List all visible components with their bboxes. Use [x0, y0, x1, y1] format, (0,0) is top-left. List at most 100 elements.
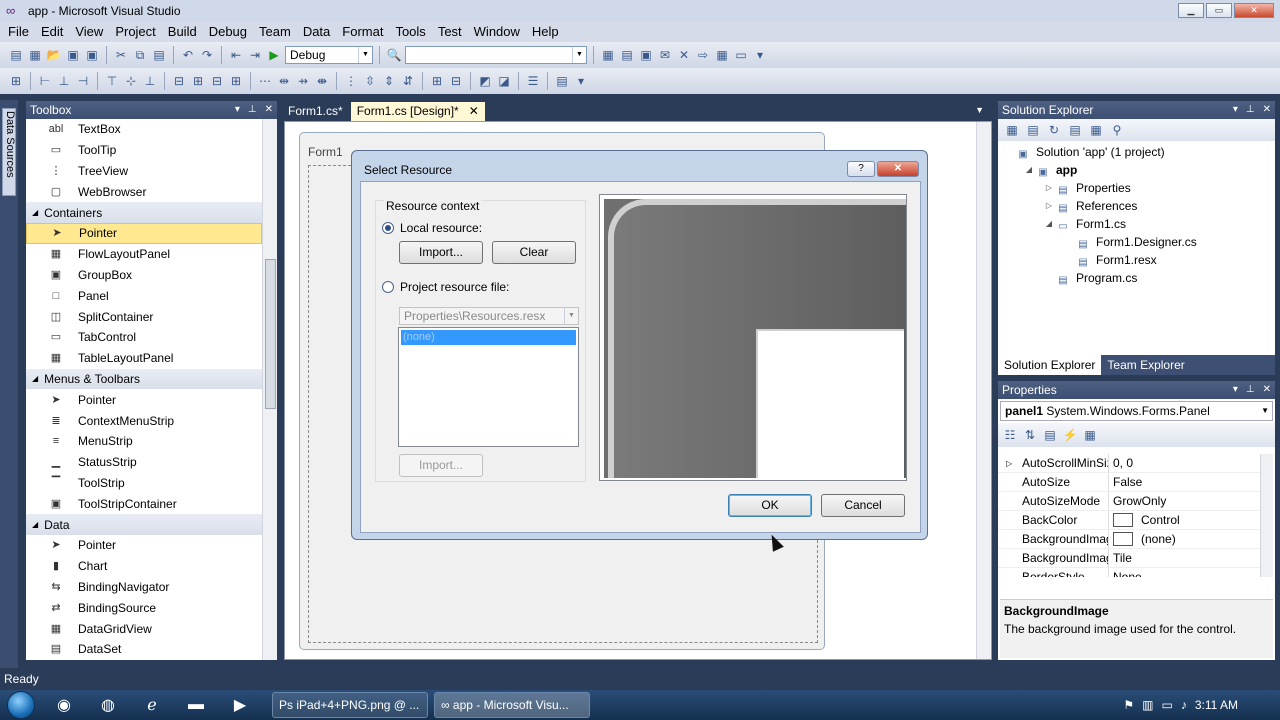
solution-config-select[interactable]: Debug ▼ [285, 46, 373, 64]
class-diagram-icon[interactable]: ⚲ [1109, 122, 1125, 138]
extension-manager-icon[interactable]: ▦ [714, 47, 730, 63]
tree-node[interactable]: ▣ Solution 'app' (1 project) [998, 143, 1275, 161]
toolbox-item[interactable]: ⇄ BindingSource [26, 597, 262, 618]
list-item[interactable]: (none) [401, 330, 576, 345]
toolbox-item[interactable]: ▦ TableLayoutPanel [26, 348, 262, 369]
align-to-grid-icon[interactable]: ⊞ [8, 73, 24, 89]
resource-list[interactable]: (none) [398, 327, 579, 447]
local-resource-radio[interactable]: Local resource: [382, 221, 482, 235]
menu-window[interactable]: Window [468, 22, 526, 42]
help-button[interactable]: ? [847, 161, 875, 177]
menu-file[interactable]: File [2, 22, 35, 42]
menu-format[interactable]: Format [336, 22, 389, 42]
tab-order-icon[interactable]: ☰ [525, 73, 541, 89]
tab-form1-code[interactable]: Form1.cs* [282, 102, 349, 121]
tree-node[interactable]: ◢ ▣ app [998, 161, 1275, 179]
decrease-vertical-spacing-icon[interactable]: ⇕ [381, 73, 397, 89]
window-position-icon[interactable]: ▾ [235, 101, 240, 119]
add-item-icon[interactable]: ▦ [27, 47, 43, 63]
property-row[interactable]: AutoScrollMinSize0, 0 ▷ [998, 454, 1260, 473]
toolbox-category[interactable]: ◢ Menus & Toolbars [26, 368, 262, 390]
taskbar-photoshop[interactable]: Ps iPad+4+PNG.png @ ... [272, 692, 428, 718]
menu-view[interactable]: View [69, 22, 109, 42]
events-icon[interactable]: ⚡ [1062, 427, 1078, 443]
tab-solution-explorer[interactable]: Solution Explorer [998, 355, 1102, 375]
toolbox-item[interactable]: ▮ Chart [26, 556, 262, 577]
property-row[interactable]: BackgroundImage (none) [998, 530, 1260, 549]
show-all-files-icon[interactable]: ▤ [1025, 122, 1041, 138]
maximize-button[interactable]: ▭ [1206, 3, 1232, 18]
active-files-dropdown-icon[interactable]: ▼ [975, 105, 984, 115]
project-resource-select[interactable]: Properties\Resources.resx ▼ [399, 307, 579, 325]
toolbox-scrollbar[interactable] [262, 119, 277, 660]
property-value[interactable]: Tile [1113, 549, 1132, 568]
tree-node[interactable]: ▷ ▤ Properties [998, 179, 1275, 197]
dialog-close-button[interactable]: ✕ [877, 161, 919, 177]
make-same-height-icon[interactable]: ⊟ [209, 73, 225, 89]
toolbox-item[interactable]: ▭ TabControl [26, 327, 262, 348]
volume-icon[interactable]: ♪ [1181, 698, 1187, 712]
send-to-back-icon[interactable]: ◪ [496, 73, 512, 89]
menu-help[interactable]: Help [526, 22, 565, 42]
toolbox-item[interactable]: ⇆ BindingNavigator [26, 577, 262, 598]
tree-node[interactable]: ▤ Form1.resx [998, 251, 1275, 269]
tree-node[interactable]: ◢ ▭ Form1.cs [998, 215, 1275, 233]
alphabetical-icon[interactable]: ⇅ [1022, 427, 1038, 443]
collapse-icon[interactable]: ◢ [32, 520, 38, 529]
expand-icon[interactable]: ◢ [1042, 215, 1056, 233]
data-sources-tab[interactable]: Data Sources [2, 108, 16, 196]
menu-project[interactable]: Project [109, 22, 161, 42]
property-pages-icon[interactable]: ▦ [1082, 427, 1098, 443]
tree-node[interactable]: ▤ Form1.Designer.cs [998, 233, 1275, 251]
property-row[interactable]: BackColor Control [998, 511, 1260, 530]
toolbox-category[interactable]: ◢ Containers [26, 202, 262, 223]
menu-tools[interactable]: Tools [389, 22, 431, 42]
toolbox-item[interactable]: ➤ Pointer [26, 389, 262, 410]
tab-form1-design[interactable]: Form1.cs [Design]* ✕ [350, 102, 485, 121]
close-icon[interactable]: ✕ [265, 101, 273, 119]
ok-button[interactable]: OK [728, 494, 812, 517]
property-value[interactable]: Control [1141, 511, 1180, 530]
toolbar-options-icon[interactable]: ▾ [752, 47, 768, 63]
properties-window-icon[interactable]: ▤ [619, 47, 635, 63]
decrease-horizontal-spacing-icon[interactable]: ⇸ [295, 73, 311, 89]
property-row[interactable]: AutoSizeMode GrowOnly [998, 492, 1260, 511]
menu-build[interactable]: Build [162, 22, 203, 42]
toolbox-category[interactable]: ◢ Data [26, 514, 262, 535]
toolbox-item[interactable]: abl TextBox [26, 119, 262, 140]
toolbox-item[interactable]: ▔ ToolStrip [26, 473, 262, 494]
horizontal-spacing-equal-icon[interactable]: ⋯ [257, 73, 273, 89]
toolbox-item[interactable]: ▦ FlowLayoutPanel [26, 244, 262, 265]
make-same-width-icon[interactable]: ⊟ [171, 73, 187, 89]
close-tab-icon[interactable]: ✕ [469, 102, 479, 121]
tools-icon[interactable]: ✕ [676, 47, 692, 63]
navigate-backward-icon[interactable]: ⇤ [228, 47, 244, 63]
close-button[interactable]: ✕ [1234, 3, 1274, 18]
properties-view-icon[interactable]: ▤ [1042, 427, 1058, 443]
redo-icon[interactable]: ↷ [199, 47, 215, 63]
toolbox-item[interactable]: ➤ Pointer [26, 222, 262, 244]
find-combo[interactable]: ▼ [405, 46, 587, 64]
media-player-icon[interactable]: ▶ [225, 692, 255, 718]
remove-horizontal-spacing-icon[interactable]: ⇼ [314, 73, 330, 89]
property-row[interactable]: BackgroundImageLaTile [998, 549, 1260, 568]
object-selector[interactable]: panel1 System.Windows.Forms.Panel ▼ [1000, 401, 1273, 421]
size-to-grid-icon[interactable]: ⊞ [190, 73, 206, 89]
center-vertically-icon[interactable]: ⊟ [448, 73, 464, 89]
menu-team[interactable]: Team [253, 22, 297, 42]
auto-hide-pin-icon[interactable]: ⊥ [248, 101, 257, 119]
menu-edit[interactable]: Edit [35, 22, 69, 42]
clear-button[interactable]: Clear [492, 241, 576, 264]
start-debugging-icon[interactable]: ▶ [266, 47, 282, 63]
open-file-icon[interactable]: 📂 [46, 47, 62, 63]
align-centers-icon[interactable]: ⊥ [56, 73, 72, 89]
cancel-button[interactable]: Cancel [821, 494, 905, 517]
toolbox-icon[interactable]: ✉ [657, 47, 673, 63]
close-icon[interactable]: ✕ [1263, 101, 1271, 119]
expand-icon[interactable]: ▷ [1042, 179, 1056, 197]
toolbox-item[interactable]: ▁ StatusStrip [26, 452, 262, 473]
refresh-icon[interactable]: ↻ [1046, 122, 1062, 138]
start-page-icon[interactable]: ⇨ [695, 47, 711, 63]
view-designer-icon[interactable]: ▦ [1088, 122, 1104, 138]
align-lefts-icon[interactable]: ⊢ [37, 73, 53, 89]
